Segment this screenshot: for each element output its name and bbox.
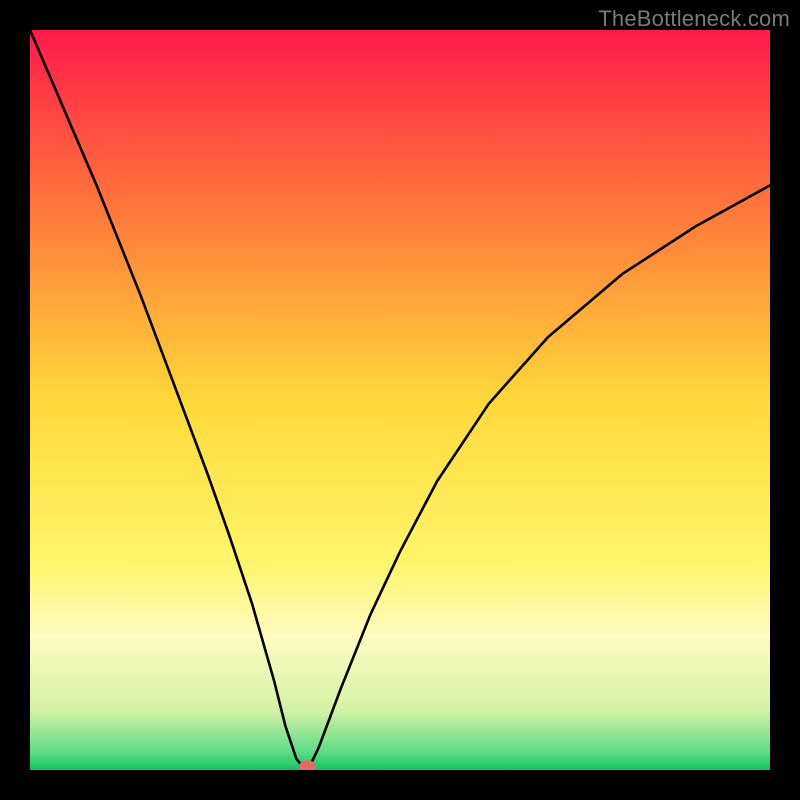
- watermark-text: TheBottleneck.com: [598, 6, 790, 32]
- chart-frame: [30, 30, 770, 770]
- bottleneck-chart: [30, 30, 770, 770]
- chart-background: [30, 30, 770, 770]
